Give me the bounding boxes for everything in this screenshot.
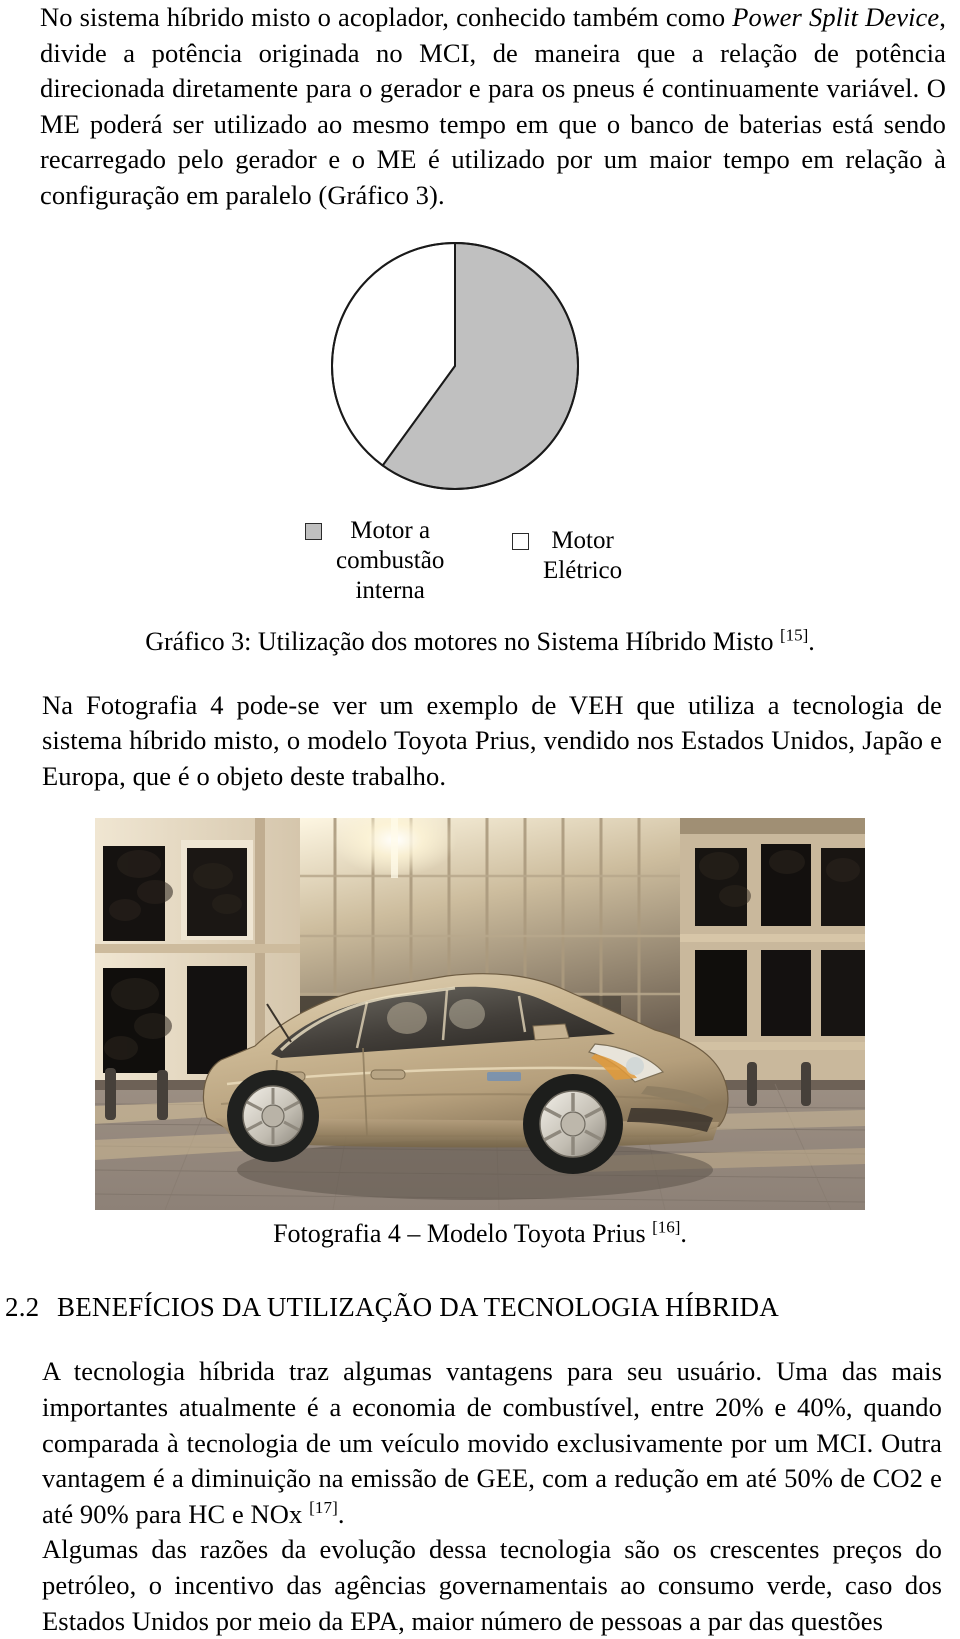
photo-svg (95, 818, 865, 1211)
pie-chart-svg (331, 241, 579, 490)
paragraph-intro-part1: No sistema híbrido misto o acoplador, co… (40, 2, 733, 32)
photo-caption-reference: [16] (652, 1217, 681, 1237)
legend-swatch-gray-icon (305, 522, 322, 540)
photo-caption: Fotografia 4 – Modelo Toyota Prius [16]. (0, 1218, 960, 1250)
legend-label-motor-combustao: Motor a combustão interna (336, 516, 445, 604)
legend-item-motor-eletrico: Motor Elétrico (512, 526, 622, 586)
photo-figure-fotografia-4 (0, 818, 960, 1218)
chart-legend: Motor a combustão interna Motor Elétrico (0, 511, 960, 616)
legend-item-motor-combustao: Motor a combustão interna (305, 516, 444, 606)
paragraph-beneficios-period: . (337, 1498, 345, 1529)
photo-caption-period: . (680, 1219, 687, 1249)
paragraph-fotografia-intro: Na Fotografia 4 pode-se ver um exemplo d… (42, 689, 942, 791)
toyota-prius-photograph (95, 818, 865, 1211)
paragraph-intro-italic: Power Split Device (732, 2, 940, 32)
chart-caption-text: Gráfico 3: Utilização dos motores no Sis… (145, 626, 780, 656)
photo-caption-text: Fotografia 4 – Modelo Toyota Prius (273, 1219, 653, 1249)
document-page: No sistema híbrido misto o acoplador, co… (0, 0, 960, 1636)
paragraph-intro-part2: , divide a potência originada no MCI, de… (40, 2, 946, 210)
paragraph-beneficios-reference: [17] (309, 1497, 338, 1517)
section-number: 2.2 (5, 1292, 40, 1323)
section-title: BENEFÍCIOS DA UTILIZAÇÃO DA TECNOLOGIA H… (57, 1292, 779, 1323)
chart-caption-period: . (808, 626, 815, 656)
chart-figure-grafico-3: Motor a combustão interna Motor Elétrico (0, 226, 960, 626)
legend-label-motor-eletrico: Motor Elétrico (543, 526, 623, 584)
chart-caption: Gráfico 3: Utilização dos motores no Sis… (0, 626, 960, 658)
chart-caption-reference: [15] (779, 624, 809, 644)
front-wheel (523, 1074, 623, 1175)
rear-wheel (227, 1070, 319, 1163)
paragraph-razoes: Algumas das razões da evolução dessa tec… (42, 1534, 942, 1636)
paragraph-intro: No sistema híbrido misto o acoplador, co… (0, 0, 960, 214)
paragraph-beneficios: A tecnologia híbrida traz algumas vantag… (0, 1354, 960, 1532)
legend-swatch-white-icon (512, 532, 529, 550)
paragraph-beneficios-text: A tecnologia híbrida traz algumas vantag… (42, 1356, 942, 1529)
section-heading-2-2: 2.2 BENEFÍCIOS DA UTILIZAÇÃO DA TECNOLOGI… (0, 1290, 960, 1324)
pie-chart (330, 241, 580, 491)
